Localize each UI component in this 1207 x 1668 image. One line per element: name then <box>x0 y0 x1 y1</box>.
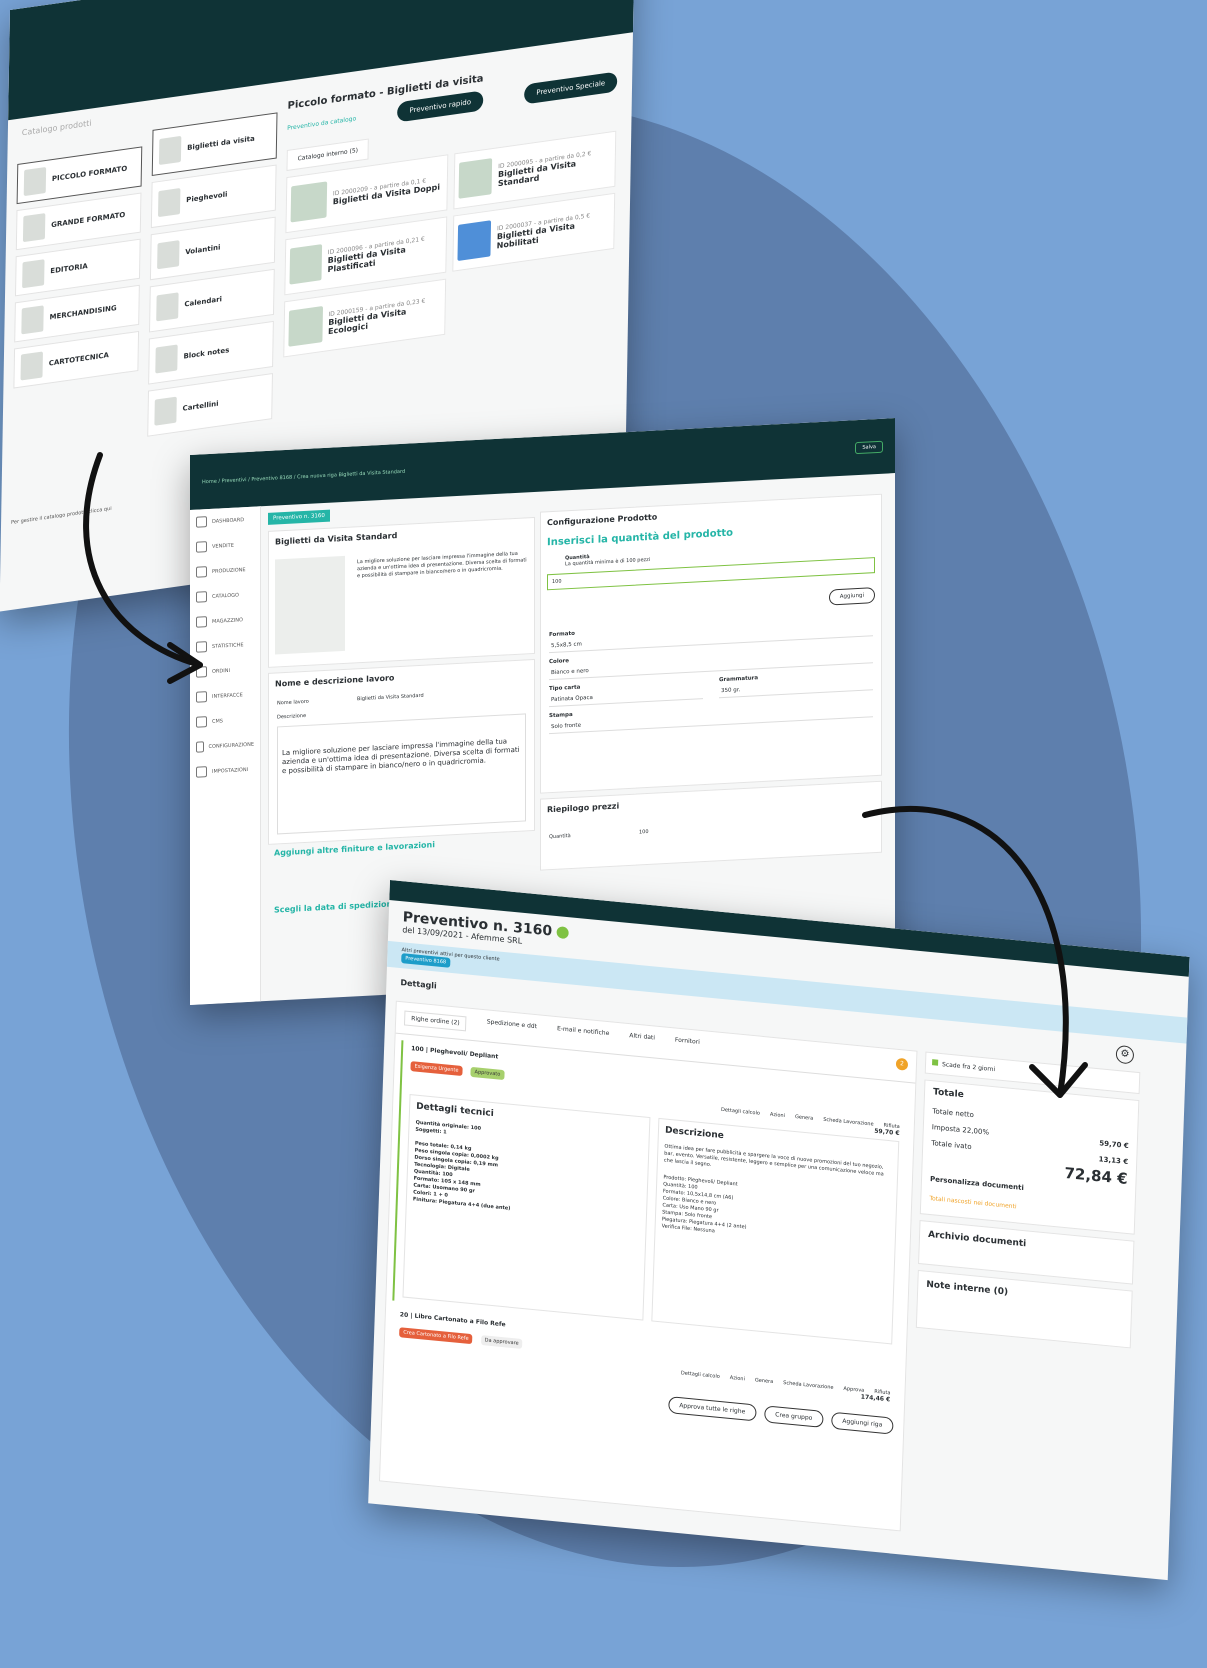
subcategory-item[interactable]: Cartellini <box>147 372 273 437</box>
add-button[interactable]: Aggiungi <box>828 587 875 606</box>
job-name-label: Nome lavoro <box>277 698 309 707</box>
subcategory-list: Biglietti da visita Pieghevoli Volantini… <box>147 112 278 442</box>
sidebar-item[interactable]: IMPOSTAZIONI <box>190 756 260 785</box>
job-description-editor[interactable]: La migliore soluzione per lasciare impre… <box>277 713 526 835</box>
tab-other[interactable]: Altri dati <box>629 1032 655 1049</box>
right-column: Scade fra 2 giorni Totale Totale netto I… <box>915 1051 1141 1349</box>
sidebar-item[interactable]: STATISTICHE <box>190 631 260 660</box>
product-panel: Biglietti da Visita Standard La migliore… <box>268 516 535 668</box>
sidebar-item[interactable]: CONFIGURAZIONE <box>190 731 260 760</box>
sidebar-item[interactable]: ORDINI <box>190 656 260 685</box>
product-description: La migliore soluzione per lasciare impre… <box>357 550 527 580</box>
sidebar-item[interactable]: MAGAZZINO <box>190 606 260 635</box>
sidebar-item[interactable]: VENDITE <box>190 531 260 560</box>
product-title: Biglietti da Visita Standard <box>275 531 398 547</box>
urgent-tag: Esigenza Urgente <box>410 1061 463 1077</box>
gross-label: Totale ivato <box>931 1139 972 1151</box>
status-dot <box>556 926 570 940</box>
breadcrumb: Home / Preventivi / Preventivo 8168 / Cr… <box>202 468 406 485</box>
tech-details: Dettagli tecnici Quantità originale: 100… <box>402 1094 651 1321</box>
summary-qty-value: 100 <box>639 828 649 836</box>
internal-notes[interactable]: Note interne (0) <box>915 1269 1133 1349</box>
job-name-field[interactable]: Biglietti da Visita Standard <box>357 693 424 702</box>
vat-value: 13,13 € <box>1098 1155 1129 1167</box>
product-tag: Crea Cartonato a Filo Refe <box>399 1327 473 1345</box>
save-button[interactable]: Salva <box>855 440 883 454</box>
quick-quote-button[interactable]: Preventivo rapido <box>397 90 484 123</box>
pending-tag: Da approvare <box>480 1335 523 1350</box>
tech-lines: Quantità originale: 100 Soggetti: 1 Peso … <box>412 1119 511 1212</box>
order-panel: Righe ordine (2) Spedizione e ddt E-mail… <box>378 1000 918 1532</box>
create-group-button[interactable]: Crea gruppo <box>763 1405 824 1428</box>
count-badge: 2 <box>895 1057 909 1071</box>
category-list: PICCOLO FORMATO GRANDE FORMATO EDITORIA … <box>13 146 143 394</box>
net-label: Totale netto <box>932 1107 974 1120</box>
shipping-heading: Scegli la data di spedizione <box>274 899 398 915</box>
tab-shipping[interactable]: Spedizione e ddt <box>486 1018 537 1038</box>
product-image <box>275 555 345 655</box>
approved-tag: Approvato <box>470 1066 505 1081</box>
product-grid: ID 2000209 - a partire da 0,1 € Biglietti… <box>283 130 617 358</box>
price-summary-panel: Riepilogo prezzi Quantità 100 <box>540 780 882 871</box>
sidebar-item[interactable]: INTERFACCE <box>190 681 260 710</box>
net-value: 59,70 € <box>1099 1139 1129 1151</box>
sidebar-item[interactable]: DASHBOARD <box>190 506 260 535</box>
order-line-1[interactable]: 100 | Pieghevoli/ Depliant Esigenza Urge… <box>392 1040 910 1350</box>
add-row-button[interactable]: Aggiungi riga <box>831 1411 894 1435</box>
tab-order-lines[interactable]: Righe ordine (2) <box>403 1010 467 1032</box>
sidebar-item[interactable]: CMS <box>190 706 260 735</box>
total-panel: Totale Totale netto Imposta 22,00% 59,70 … <box>919 1079 1140 1235</box>
desc-specs: Prodotto: Pieghevoli/ Depliant Quantità: … <box>661 1174 747 1235</box>
quote-chip[interactable]: Preventivo n. 3160 <box>268 509 330 525</box>
sidebar: DASHBOARD VENDITE PRODUZIONE CATALOGO MA… <box>190 506 261 1005</box>
quote-screen: Preventivo n. 3160 del 13/09/2021 - Afem… <box>368 880 1190 1581</box>
sidebar-item[interactable]: CATALOGO <box>190 581 260 610</box>
tab-suppliers[interactable]: Fornitori <box>675 1036 700 1053</box>
product-area: Piccolo formato - Biglietti da visita Pr… <box>283 54 618 358</box>
job-panel: Nome e descrizione lavoro Nome lavoro Big… <box>268 658 535 845</box>
description-box: Descrizione Ottima idea per fare pubblic… <box>651 1117 900 1345</box>
config-panel: Configurazione Prodotto Inserisci la qua… <box>540 493 882 794</box>
sidebar-item[interactable]: PRODUZIONE <box>190 556 260 585</box>
catalog-footer-link[interactable]: Per gestire il catalogo prodotti clicca … <box>11 506 112 526</box>
approve-all-button[interactable]: Approva tutte le righe <box>667 1396 757 1422</box>
summary-qty-label: Quantità <box>549 833 571 841</box>
vat-label: Imposta 22,00% <box>931 1123 990 1137</box>
tab-email[interactable]: E-mail e notifiche <box>557 1025 610 1045</box>
tab-catalog[interactable]: Preventivo da catalogo <box>287 115 356 132</box>
